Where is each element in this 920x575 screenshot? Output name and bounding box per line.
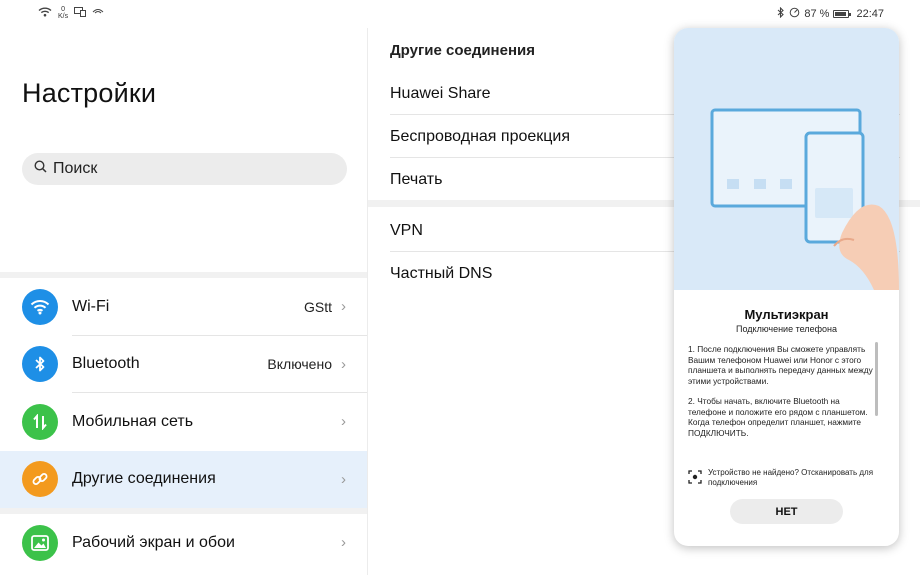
battery-saver-icon (789, 7, 800, 21)
multiscreen-illustration (674, 28, 899, 290)
settings-sidebar: Настройки Wi-Fi GStt › Bluetooth Включен… (0, 28, 368, 575)
list-item-label: VPN (390, 221, 423, 239)
bluetooth-status-icon (777, 6, 785, 21)
multiscreen-dialog: Мультиэкран Подключение телефона 1. Посл… (674, 28, 899, 546)
settings-item-label: Другие соединения (72, 470, 216, 488)
battery-percent: 87 % (804, 8, 830, 20)
settings-item-mobile-network[interactable]: Мобильная сеть › (0, 393, 368, 451)
bluetooth-icon (22, 346, 58, 383)
search-input[interactable] (53, 160, 313, 178)
clock: 22:47 (856, 8, 884, 20)
dialog-paragraph: 2. Чтобы начать, включите Bluetooth на т… (688, 396, 868, 438)
status-right: 87 % 22:47 (777, 6, 884, 21)
settings-item-value: Включено (267, 356, 332, 373)
mobile-network-icon (22, 403, 58, 440)
wifi-signal-icon (38, 7, 52, 20)
dialog-scrollbar[interactable] (875, 342, 878, 416)
chevron-right-icon: › (341, 413, 346, 431)
settings-item-bluetooth[interactable]: Bluetooth Включено › (0, 336, 368, 393)
net-speed: 0 K/s (58, 6, 68, 20)
link-icon (22, 461, 58, 498)
list-item-label: Частный DNS (390, 264, 493, 282)
settings-list: Wi-Fi GStt › Bluetooth Включено › Мобиль… (0, 278, 368, 572)
battery-fill (835, 12, 846, 16)
dialog-title: Мультиэкран (744, 307, 829, 322)
status-bar: 0 K/s 87 % 22:47 (0, 0, 920, 28)
chevron-right-icon: › (341, 534, 346, 552)
scan-icon (688, 470, 702, 488)
section-title: Другие соединения (390, 42, 535, 59)
settings-item-label: Wi-Fi (72, 297, 110, 315)
search-bar[interactable] (22, 153, 347, 185)
settings-item-home-screen-wallpaper[interactable]: Рабочий экран и обои › (0, 514, 368, 572)
chevron-right-icon: › (341, 470, 346, 488)
net-speed-unit: K/s (58, 13, 69, 20)
search-icon (34, 160, 47, 178)
settings-item-other-connections[interactable]: Другие соединения › (0, 450, 368, 508)
wifi-icon (22, 288, 58, 325)
dialog-subtitle: Подключение телефона (736, 324, 837, 334)
chevron-right-icon: › (341, 298, 346, 316)
list-item-label: Huawei Share (390, 84, 491, 102)
page-title: Настройки (22, 78, 157, 108)
settings-item-label: Bluetooth (72, 355, 140, 373)
chevron-right-icon: › (341, 355, 346, 373)
battery-icon (833, 10, 852, 18)
scan-to-connect-link[interactable]: Устройство не найдено? Отсканировать для… (688, 468, 888, 488)
settings-item-wifi[interactable]: Wi-Fi GStt › (0, 278, 368, 336)
list-item-label: Печать (390, 170, 443, 188)
scan-note-text: Устройство не найдено? Отсканировать для… (708, 468, 874, 487)
wallpaper-icon (22, 524, 58, 561)
no-button[interactable]: НЕТ (730, 499, 843, 524)
status-left: 0 K/s (38, 6, 104, 20)
dialog-body: 1. После подключения Вы сможете управлят… (688, 344, 874, 454)
multi-screen-icon (74, 6, 87, 20)
net-speed-value: 0 (61, 6, 66, 13)
settings-item-value: GStt (303, 298, 332, 315)
settings-item-label: Рабочий экран и обои (72, 533, 235, 551)
settings-item-label: Мобильная сеть (72, 412, 194, 430)
nfc-icon (92, 7, 104, 20)
dialog-paragraph: 1. После подключения Вы сможете управлят… (688, 344, 873, 386)
list-item-label: Беспроводная проекция (390, 127, 571, 145)
